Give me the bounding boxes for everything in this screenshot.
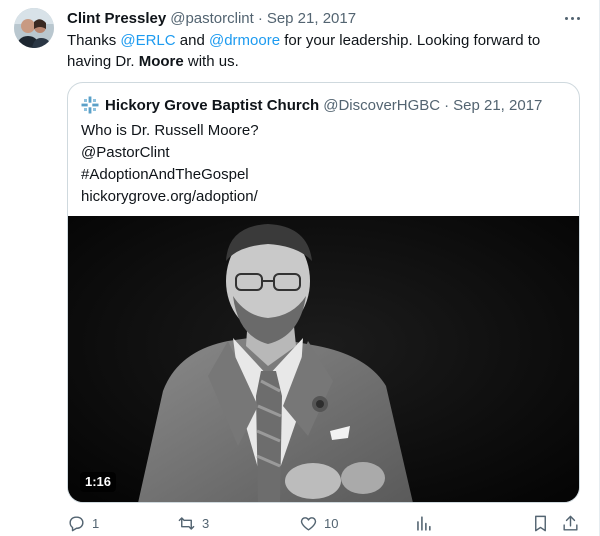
more-button[interactable] (560, 8, 584, 28)
views-button[interactable] (414, 512, 433, 534)
analytics-icon (417, 515, 431, 531)
quoted-author-name[interactable]: Hickory Grove Baptist Church (105, 97, 319, 114)
retweet-button[interactable]: 3 (177, 512, 209, 534)
tweet-text-part: and (175, 32, 209, 49)
heart-icon (300, 516, 317, 531)
mention-link[interactable]: @drmoore (209, 32, 280, 49)
reply-icon (69, 515, 84, 531)
mention-link[interactable]: @ERLC (120, 32, 175, 49)
video-thumbnail (68, 216, 579, 502)
avatar-photo (14, 8, 54, 48)
reply-button[interactable]: 1 (67, 512, 99, 534)
action-bar: 1 3 10 (67, 512, 587, 534)
bookmark-button[interactable] (531, 512, 550, 534)
tweet-text-part: with us. (183, 53, 239, 70)
avatar[interactable] (14, 8, 54, 48)
quoted-line: hickorygrove.org/adoption/ (81, 188, 258, 205)
quoted-author-handle[interactable]: @DiscoverHGBC (323, 97, 440, 114)
quoted-line: Who is Dr. Russell Moore? (81, 122, 259, 139)
quoted-tweet-text: Who is Dr. Russell Moore? @PastorClint #… (81, 120, 561, 208)
church-cross-logo-icon (81, 96, 99, 114)
separator-dot: · (257, 9, 263, 27)
like-button[interactable]: 10 (299, 512, 338, 534)
tweet-text: Thanks @ERLC and @drmoore for your leade… (67, 30, 577, 72)
video-player[interactable]: 1:16 (68, 216, 579, 502)
separator-dot: · (444, 96, 450, 114)
reply-count: 1 (92, 515, 100, 531)
quoted-line: @PastorClint (81, 144, 170, 161)
tweet-date[interactable]: Sep 21, 2017 (267, 10, 356, 27)
quoted-tweet-header: Hickory Grove Baptist Church @DiscoverHG… (81, 95, 542, 115)
more-icon (564, 16, 568, 20)
quoted-tweet[interactable]: Hickory Grove Baptist Church @DiscoverHG… (67, 82, 580, 503)
quoted-line: #AdoptionAndTheGospel (81, 166, 249, 183)
author-handle[interactable]: @pastorclint (170, 10, 254, 27)
quoted-date[interactable]: Sep 21, 2017 (453, 97, 542, 114)
tweet-text-part: Thanks (67, 32, 121, 49)
retweet-icon (178, 516, 195, 530)
author-name[interactable]: Clint Pressley (67, 10, 166, 27)
bookmark-icon (535, 515, 546, 531)
like-count: 10 (324, 515, 339, 531)
tweet: Clint Pressley @pastorclint · Sep 21, 20… (0, 0, 600, 536)
share-icon (563, 515, 578, 531)
share-button[interactable] (561, 512, 580, 534)
tweet-header: Clint Pressley @pastorclint · Sep 21, 20… (67, 8, 356, 28)
video-duration: 1:16 (80, 472, 117, 492)
highlighted-text: Moore (138, 53, 184, 70)
retweet-count: 3 (202, 515, 210, 531)
